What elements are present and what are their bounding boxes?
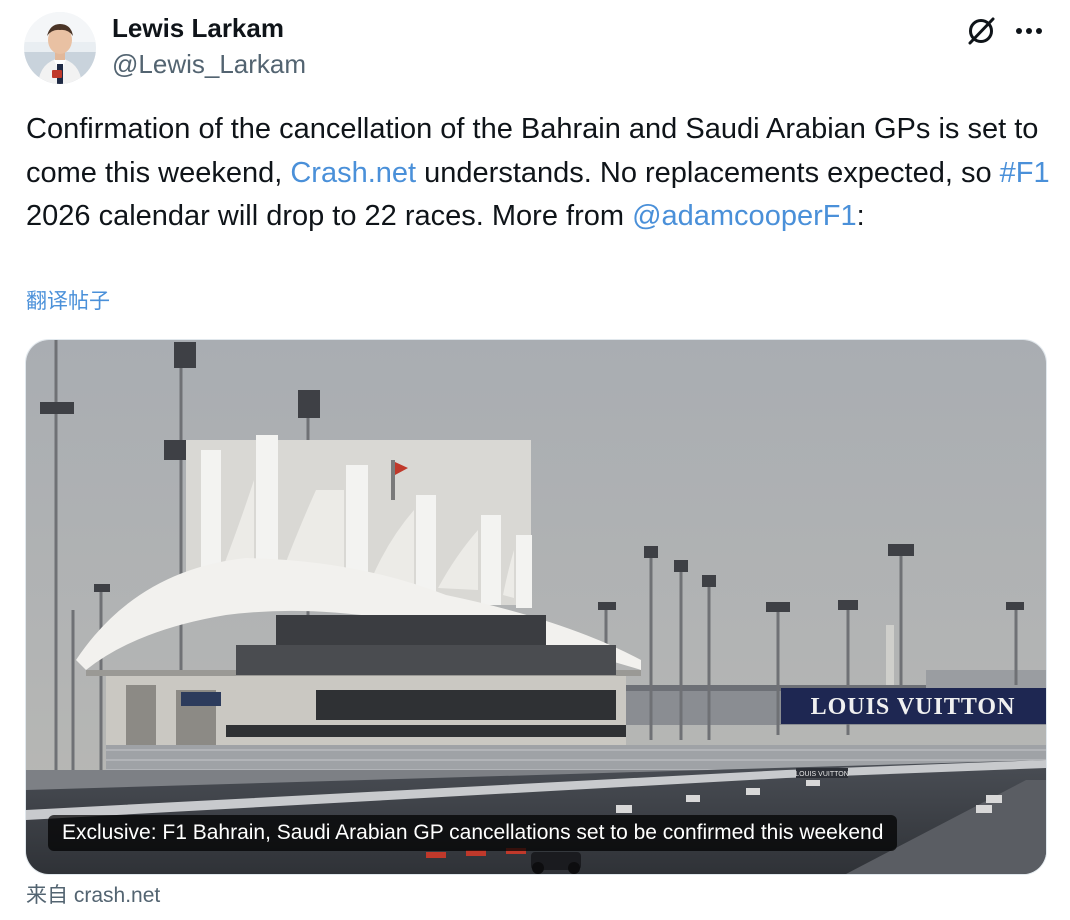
author-handle[interactable]: @Lewis_Larkam: [112, 48, 306, 80]
more-icon: [1016, 28, 1042, 34]
grok-button[interactable]: [962, 12, 1000, 50]
mention-adamcooperf1-link[interactable]: @adamcooperF1: [632, 200, 857, 232]
card-image: LOUIS VUITTON LOUIS VUITTON: [26, 340, 1046, 874]
translate-post-link[interactable]: 翻译帖子: [26, 286, 110, 316]
track-sign-text: LOUIS VUITTON: [795, 771, 849, 778]
tweet-text-part: :: [856, 200, 865, 232]
gantry-banner-text: LOUIS VUITTON: [811, 694, 1016, 720]
tweet-text: Confirmation of the cancellation of the …: [26, 108, 1056, 239]
source-domain: crash.net: [73, 884, 161, 907]
avatar-image: [24, 12, 96, 84]
link-card[interactable]: LOUIS VUITTON LOUIS VUITTON: [25, 339, 1047, 875]
card-caption: Exclusive: F1 Bahrain, Saudi Arabian GP …: [48, 815, 898, 851]
grok-icon: [968, 17, 995, 45]
avatar[interactable]: [24, 12, 96, 84]
author-name[interactable]: Lewis Larkam: [112, 12, 284, 44]
source-prefix: 来自: [26, 883, 68, 907]
more-options-button[interactable]: [1010, 12, 1048, 50]
tweet-text-part: understands. No replacements expected, s…: [416, 156, 1000, 189]
hashtag-f1-link[interactable]: #F1: [1000, 157, 1050, 189]
card-source[interactable]: 来自 crash.net: [26, 880, 160, 911]
tweet-text-part: 2026 calendar will drop to 22 races. Mor…: [26, 200, 633, 232]
crash-net-link[interactable]: Crash.net: [290, 157, 416, 189]
tweet: Lewis Larkam @Lewis_Larkam Confirmation …: [0, 0, 1070, 920]
